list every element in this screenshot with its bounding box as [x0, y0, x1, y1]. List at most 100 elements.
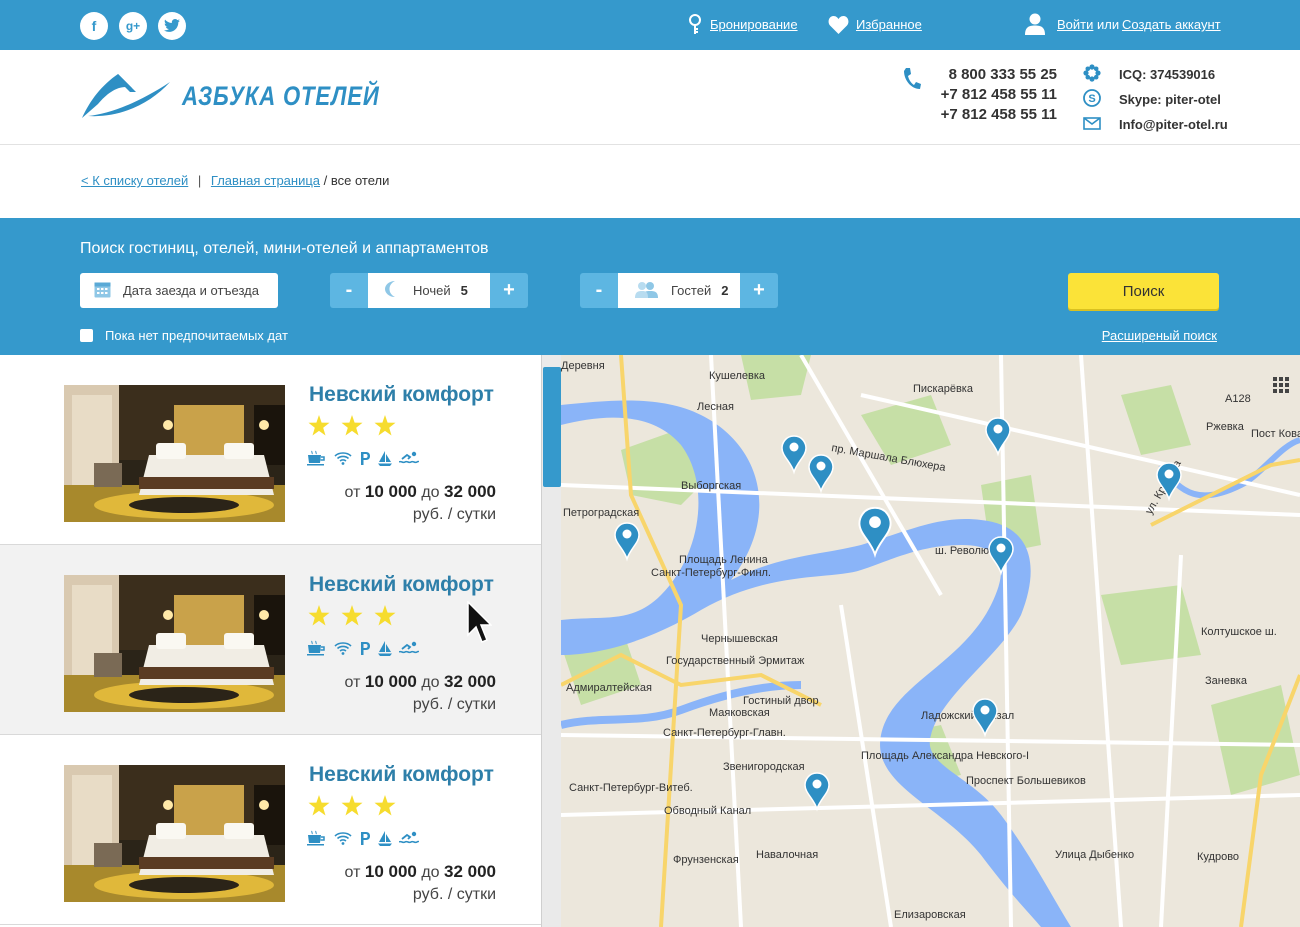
amenities	[307, 450, 419, 466]
nights-minus-button[interactable]: -	[330, 273, 368, 308]
star-rating	[308, 795, 396, 816]
hotel-card[interactable]: Невский комфорт от 10 000 до 32 000 руб.…	[0, 355, 541, 545]
price-max: 32 000	[444, 482, 496, 501]
logo-mark-icon[interactable]	[80, 70, 172, 126]
map[interactable]: Деревня Кушелевка Пискарёвка Лесная Ржев…	[561, 355, 1300, 927]
price-unit: руб. / сутки	[412, 506, 496, 523]
map-grid-icon[interactable]	[1273, 377, 1289, 393]
breadcrumb-current: / все отели	[323, 173, 390, 188]
list-scrollbar-thumb[interactable]	[543, 367, 561, 487]
skype-name: Skype: piter-otel	[1119, 92, 1221, 107]
star-icon	[308, 795, 330, 816]
star-icon	[374, 795, 396, 816]
guests-stepper: - Гостей 2 +	[580, 273, 778, 308]
map-label: Звенигородская	[723, 761, 805, 773]
map-label: Навалочная	[756, 849, 818, 861]
parking-icon	[361, 452, 370, 465]
facebook-icon[interactable]: f	[80, 12, 108, 40]
guests-value-box: Гостей 2	[618, 273, 740, 308]
parking-icon	[361, 832, 370, 845]
swimming-icon	[399, 641, 419, 654]
phone-icon	[903, 67, 921, 95]
phone-number[interactable]: +7 812 458 55 11	[925, 105, 1057, 125]
map-label: Пискарёвка	[913, 383, 974, 395]
login-link[interactable]: Войти	[1057, 17, 1093, 32]
swimming-icon	[399, 831, 419, 844]
no-dates-option[interactable]: Пока нет предпочитаемых дат	[80, 328, 288, 343]
or-text: или	[1097, 17, 1120, 32]
guests-minus-button[interactable]: -	[580, 273, 618, 308]
google-plus-icon[interactable]: g+	[119, 12, 147, 40]
phone-number[interactable]: +7 812 458 55 11	[925, 85, 1057, 105]
site-header: АЗБУКА ОТЕЛЕЙ 8 800 333 55 25 +7 812 458…	[0, 50, 1300, 145]
no-dates-checkbox[interactable]	[80, 329, 93, 342]
map-label: Заневка	[1205, 675, 1248, 687]
star-icon	[308, 415, 330, 436]
twitter-icon[interactable]	[158, 12, 186, 40]
skype-icon: S	[1083, 89, 1109, 110]
email-link[interactable]: Info@piter-otel.ru	[1119, 117, 1228, 132]
coffee-icon	[307, 830, 325, 846]
hotel-name[interactable]: Невский комфорт	[309, 573, 494, 597]
back-to-list-link[interactable]: < К списку отелей	[81, 173, 188, 188]
booking-link[interactable]: Бронирование	[710, 17, 798, 32]
star-rating	[308, 415, 396, 436]
mouse-cursor-icon	[467, 601, 492, 643]
map-label: Деревня	[561, 360, 605, 372]
svg-text:S: S	[1088, 93, 1095, 105]
search-button[interactable]: Поиск	[1068, 273, 1219, 309]
logo-text[interactable]: АЗБУКА ОТЕЛЕЙ	[182, 81, 380, 112]
map-label: Площадь Александра Невского-I	[861, 750, 1029, 762]
date-range-button[interactable]: Дата заезда и отъезда	[80, 273, 278, 308]
advanced-search-link[interactable]: Расширеный поиск	[1102, 328, 1217, 343]
hotel-photo[interactable]	[64, 575, 285, 712]
map-label: Петроградская	[563, 507, 639, 519]
price-from: от	[344, 484, 361, 501]
breadcrumb: < К списку отелей | Главная страница / в…	[81, 173, 389, 188]
hotel-card[interactable]: Невский комфорт от 10 000 до 32 000 руб.…	[0, 735, 541, 925]
guests-icon	[635, 281, 661, 301]
hotel-photo[interactable]	[64, 765, 285, 902]
nights-label: Ночей	[413, 283, 451, 298]
price-min: 10 000	[364, 862, 417, 881]
parking-icon	[361, 642, 370, 655]
favorites-link[interactable]: Избранное	[856, 17, 922, 32]
star-icon	[341, 795, 363, 816]
map-label: Улица Дыбенко	[1055, 849, 1134, 861]
hotel-card[interactable]: Невский комфорт от 10 000 до 32 000 руб.…	[0, 545, 541, 735]
amenities	[307, 640, 419, 656]
nights-count[interactable]: 5	[461, 283, 468, 298]
wifi-icon	[334, 832, 352, 845]
star-icon	[341, 605, 363, 626]
price-to: до	[421, 864, 440, 881]
map-label: Гостиный двор	[743, 695, 819, 707]
amenities	[307, 830, 419, 846]
map-label: Санкт-Петербург-Финл.	[651, 567, 771, 579]
icq-number: ICQ: 374539016	[1119, 67, 1216, 82]
price-unit: руб. / сутки	[412, 696, 496, 713]
hotel-photo[interactable]	[64, 385, 285, 522]
nights-plus-button[interactable]: +	[490, 273, 528, 308]
guests-plus-button[interactable]: +	[740, 273, 778, 308]
list-scrollbar[interactable]	[541, 355, 561, 927]
map-canvas[interactable]: Деревня Кушелевка Пискарёвка Лесная Ржев…	[561, 355, 1300, 927]
map-label: Елизаровская	[894, 909, 966, 921]
sailboat-icon	[378, 450, 392, 466]
search-panel: Поиск гостиниц, отелей, мини-отелей и ап…	[0, 218, 1300, 355]
price-range: от 10 000 до 32 000	[300, 862, 496, 882]
price-max: 32 000	[444, 862, 496, 881]
breadcrumb-separator: |	[197, 173, 202, 188]
coffee-icon	[307, 640, 325, 656]
map-label: Чернышевская	[701, 633, 778, 645]
phone-number[interactable]: 8 800 333 55 25	[925, 65, 1057, 85]
hotel-name[interactable]: Невский комфорт	[309, 383, 494, 407]
register-link[interactable]: Создать аккаунт	[1122, 17, 1221, 32]
hotel-name[interactable]: Невский комфорт	[309, 763, 494, 787]
price-to: до	[421, 484, 440, 501]
home-link[interactable]: Главная страница	[211, 173, 320, 188]
map-label: Кушелевка	[709, 370, 766, 382]
guests-count[interactable]: 2	[721, 283, 728, 298]
map-label: Проспект Большевиков	[966, 775, 1086, 787]
sailboat-icon	[378, 830, 392, 846]
map-label: Ржевка	[1206, 421, 1245, 433]
